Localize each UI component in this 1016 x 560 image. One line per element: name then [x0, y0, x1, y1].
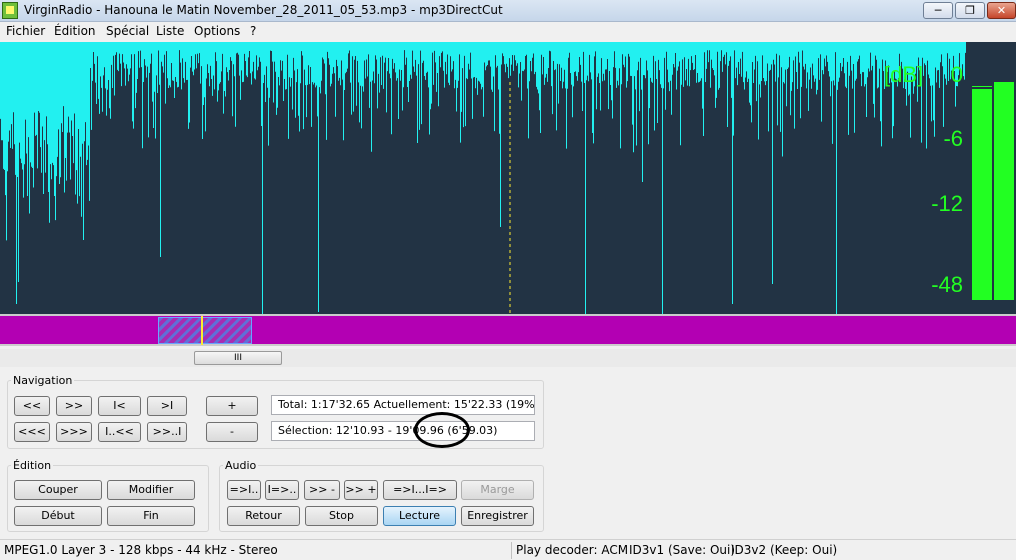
- level-meter-left: [972, 86, 992, 300]
- menu-liste[interactable]: Liste: [156, 24, 184, 38]
- menu-help[interactable]: ?: [250, 24, 256, 38]
- status-format: MPEG1.0 Layer 3 - 128 kbps - 44 kHz - St…: [4, 543, 278, 557]
- menu-edition[interactable]: Édition: [54, 24, 96, 38]
- play-selection-button[interactable]: =>I...I=>: [383, 480, 457, 500]
- db-label-0: 0: [951, 62, 963, 87]
- level-meter-right: [994, 82, 1014, 300]
- speed-down-button[interactable]: >> -: [304, 480, 340, 500]
- forward-button[interactable]: >>: [56, 396, 92, 416]
- stop-button[interactable]: Stop: [305, 506, 378, 526]
- modify-button[interactable]: Modifier: [107, 480, 195, 500]
- zoom-out-button[interactable]: -: [206, 422, 258, 442]
- status-id3v1: ID3v1 (Save: Oui): [629, 543, 736, 557]
- record-button[interactable]: Enregistrer: [461, 506, 534, 526]
- window-title: VirginRadio - Hanouna le Matin November_…: [24, 3, 503, 17]
- waveform-view[interactable]: [dB] 0 -6 -12 -48: [0, 42, 1016, 314]
- minimize-button[interactable]: ─: [923, 2, 953, 19]
- maximize-button[interactable]: ❐: [955, 2, 985, 19]
- status-id3v2: ID3v2 (Keep: Oui): [731, 543, 838, 557]
- go-start-button[interactable]: I<: [98, 396, 141, 416]
- menu-special[interactable]: Spécial: [106, 24, 149, 38]
- status-bar: MPEG1.0 Layer 3 - 128 kbps - 44 kHz - St…: [0, 539, 1016, 560]
- fast-forward-button[interactable]: >>>: [56, 422, 92, 442]
- fast-rewind-button[interactable]: <<<: [14, 422, 50, 442]
- cut-button[interactable]: Couper: [14, 480, 102, 500]
- menu-fichier[interactable]: Fichier: [6, 24, 45, 38]
- edition-title: Édition: [11, 459, 54, 472]
- title-bar: VirginRadio - Hanouna le Matin November_…: [0, 0, 1016, 22]
- waveform-svg: [dB] 0 -6 -12 -48: [0, 42, 1016, 314]
- back-button[interactable]: Retour: [227, 506, 300, 526]
- go-end-button[interactable]: >I: [147, 396, 187, 416]
- app-icon[interactable]: [2, 2, 18, 19]
- status-decoder: Play decoder: ACM: [516, 543, 629, 557]
- menu-bar: Fichier Édition Spécial Liste Options ?: [0, 22, 1016, 42]
- end-button[interactable]: Fin: [107, 506, 195, 526]
- menu-options[interactable]: Options: [194, 24, 240, 38]
- db-label-48: -48: [931, 272, 963, 297]
- close-button[interactable]: ✕: [987, 2, 1016, 19]
- selection-end-button[interactable]: >>..I: [147, 422, 187, 442]
- speed-up-button[interactable]: >> +: [344, 480, 378, 500]
- position-cursor[interactable]: [201, 316, 203, 345]
- audio-title: Audio: [223, 459, 259, 472]
- scrollbar-thumb[interactable]: III: [194, 351, 282, 365]
- db-label-6: -6: [943, 126, 963, 151]
- selection-field: Sélection: 12'10.93 - 19'09.96 (6'59.03): [271, 421, 535, 441]
- play-button[interactable]: Lecture: [383, 506, 456, 526]
- annotation-circle: [414, 412, 470, 448]
- total-position-field: Total: 1:17'32.65 Actuellement: 15'22.33…: [271, 395, 535, 415]
- status-separator: [511, 542, 512, 559]
- play-from-start-button[interactable]: I=>..: [265, 480, 299, 500]
- timeline-bar[interactable]: [0, 314, 1016, 346]
- db-label-12: -12: [931, 191, 963, 216]
- rewind-button[interactable]: <<: [14, 396, 50, 416]
- horizontal-scrollbar[interactable]: III: [0, 349, 1016, 367]
- begin-button[interactable]: Début: [14, 506, 102, 526]
- play-to-start-button[interactable]: =>I..: [227, 480, 261, 500]
- selection-start-button[interactable]: I..<<: [98, 422, 141, 442]
- selection-region[interactable]: [158, 317, 252, 344]
- navigation-title: Navigation: [11, 374, 75, 387]
- db-unit-label: [dB]: [884, 62, 923, 87]
- zoom-in-button[interactable]: +: [206, 396, 258, 416]
- waveform-lines: [0, 42, 966, 314]
- margin-button[interactable]: Marge: [461, 480, 534, 500]
